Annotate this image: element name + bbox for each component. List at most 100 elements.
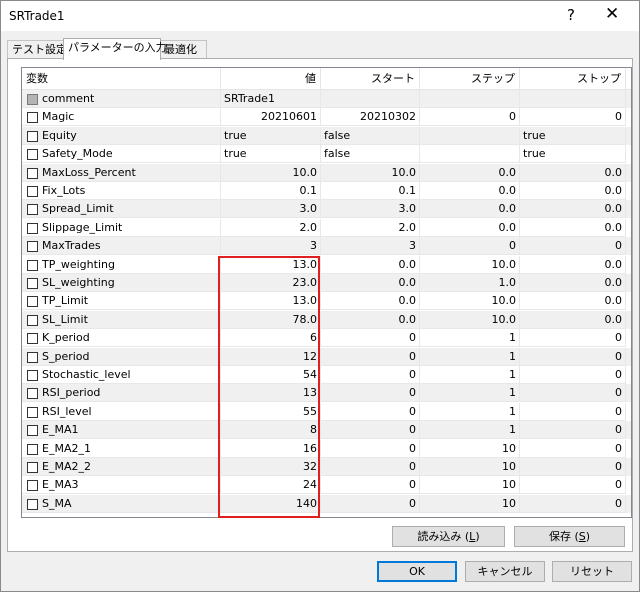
parameter-value-cell[interactable]: 10.0 <box>221 163 321 182</box>
parameter-value-cell[interactable]: SRTrade1 <box>221 90 321 108</box>
column-header-variable[interactable]: 変数 <box>22 68 221 89</box>
parameter-start-cell[interactable]: 0.0 <box>321 310 420 329</box>
optimize-checkbox[interactable] <box>27 167 38 179</box>
parameter-value-cell[interactable]: 2.0 <box>221 218 321 237</box>
table-row[interactable]: E_MA1 8 0 1 0 <box>22 421 631 440</box>
table-row[interactable]: Fix_Lots 0.1 0.1 0.0 0.0 <box>22 182 631 200</box>
parameter-stop-cell[interactable]: 0 <box>520 439 626 458</box>
parameter-step-cell[interactable]: 1.0 <box>420 274 520 292</box>
close-icon[interactable]: ✕ <box>605 4 619 24</box>
table-row[interactable]: comment SRTrade1 <box>22 90 631 108</box>
optimize-checkbox[interactable] <box>27 443 38 455</box>
optimize-checkbox[interactable] <box>27 314 38 326</box>
optimize-checkbox[interactable] <box>27 112 38 124</box>
parameter-value-cell[interactable]: 8 <box>221 421 321 440</box>
table-row[interactable]: RSI_period 13 0 1 0 <box>22 384 631 403</box>
table-row[interactable]: Equity true false true <box>22 126 631 145</box>
parameter-step-cell[interactable]: 1 <box>420 347 520 366</box>
parameter-start-cell[interactable]: 0 <box>321 402 420 421</box>
ok-button[interactable]: OK <box>377 561 457 582</box>
parameter-stop-cell[interactable] <box>520 90 626 108</box>
optimize-checkbox[interactable] <box>27 351 38 363</box>
parameter-step-cell[interactable]: 1 <box>420 421 520 440</box>
parameter-start-cell[interactable]: 0 <box>321 347 420 366</box>
parameter-stop-cell[interactable]: 0.0 <box>520 310 626 329</box>
parameter-step-cell[interactable] <box>420 126 520 145</box>
help-icon[interactable]: ? <box>567 6 575 24</box>
parameter-start-cell[interactable]: 0 <box>321 439 420 458</box>
parameter-value-cell[interactable]: 3.0 <box>221 200 321 219</box>
parameter-step-cell[interactable]: 10.0 <box>420 310 520 329</box>
parameter-step-cell[interactable]: 10 <box>420 494 520 513</box>
optimize-checkbox[interactable] <box>27 498 38 510</box>
table-row[interactable]: TP_weighting 13.0 0.0 10.0 0.0 <box>22 255 631 274</box>
optimize-checkbox[interactable] <box>27 480 38 492</box>
parameter-step-cell[interactable]: 10 <box>420 476 520 495</box>
parameter-value-cell[interactable]: 3 <box>221 237 321 256</box>
parameter-stop-cell[interactable]: 0 <box>520 347 626 366</box>
parameter-value-cell[interactable]: 78.0 <box>221 310 321 329</box>
parameter-start-cell[interactable]: 20210302 <box>321 108 420 127</box>
table-row[interactable]: RSI_level 55 0 1 0 <box>22 402 631 421</box>
parameter-stop-cell[interactable]: true <box>520 145 626 164</box>
parameter-start-cell[interactable]: 0 <box>321 329 420 348</box>
cancel-button[interactable]: キャンセル <box>465 561 545 582</box>
optimize-checkbox[interactable] <box>27 296 38 308</box>
parameter-start-cell[interactable]: 0.0 <box>321 274 420 292</box>
tab-test-settings[interactable]: テスト設定 <box>7 40 67 59</box>
table-row[interactable]: Slippage_Limit 2.0 2.0 0.0 0.0 <box>22 218 631 237</box>
parameter-stop-cell[interactable]: 0 <box>520 237 626 256</box>
parameter-value-cell[interactable]: true <box>221 145 321 164</box>
parameter-start-cell[interactable]: 0.1 <box>321 182 420 200</box>
optimize-checkbox[interactable] <box>27 222 38 234</box>
parameter-start-cell[interactable]: false <box>321 126 420 145</box>
parameter-step-cell[interactable]: 10.0 <box>420 255 520 274</box>
parameter-value-cell[interactable]: 13.0 <box>221 292 321 311</box>
optimize-checkbox[interactable] <box>27 204 38 216</box>
parameter-stop-cell[interactable]: 0.0 <box>520 292 626 311</box>
parameter-step-cell[interactable]: 10 <box>420 458 520 476</box>
optimize-checkbox[interactable] <box>27 425 38 437</box>
table-row[interactable]: MaxTrades 3 3 0 0 <box>22 237 631 256</box>
parameter-start-cell[interactable]: 0 <box>321 458 420 476</box>
parameter-start-cell[interactable]: 0 <box>321 384 420 403</box>
parameters-table[interactable]: 変数 値 スタート ステップ ストップ comment SRTrade1 Magic… <box>21 67 632 518</box>
parameter-step-cell[interactable]: 1 <box>420 366 520 384</box>
parameter-stop-cell[interactable]: 0 <box>520 402 626 421</box>
table-row[interactable]: K_period 6 0 1 0 <box>22 329 631 348</box>
optimize-checkbox[interactable] <box>27 370 38 381</box>
optimize-checkbox[interactable] <box>27 130 38 142</box>
parameter-stop-cell[interactable]: 0.0 <box>520 163 626 182</box>
parameter-value-cell[interactable]: 54 <box>221 366 321 384</box>
parameter-value-cell[interactable]: 55 <box>221 402 321 421</box>
parameter-value-cell[interactable]: 20210601 <box>221 108 321 127</box>
parameter-value-cell[interactable]: 16 <box>221 439 321 458</box>
parameter-step-cell[interactable]: 0 <box>420 237 520 256</box>
table-row[interactable]: E_MA2_1 16 0 10 0 <box>22 439 631 458</box>
parameter-start-cell[interactable]: 0 <box>321 366 420 384</box>
parameter-start-cell[interactable]: 0 <box>321 476 420 495</box>
optimize-checkbox[interactable] <box>27 462 38 473</box>
optimize-checkbox[interactable] <box>27 388 38 400</box>
parameter-stop-cell[interactable]: 0.0 <box>520 182 626 200</box>
parameter-start-cell[interactable]: 0.0 <box>321 255 420 274</box>
parameter-stop-cell[interactable]: 0.0 <box>520 200 626 219</box>
parameter-stop-cell[interactable]: 0 <box>520 494 626 513</box>
tab-parameters[interactable]: パラメーターの入力 <box>63 38 167 60</box>
save-button[interactable]: 保存 (S) <box>514 526 625 547</box>
parameter-start-cell[interactable]: 3 <box>321 237 420 256</box>
table-row[interactable]: E_MA3 24 0 10 0 <box>22 476 631 495</box>
parameter-step-cell[interactable] <box>420 90 520 108</box>
parameter-start-cell[interactable]: false <box>321 145 420 164</box>
parameter-step-cell[interactable]: 0.0 <box>420 200 520 219</box>
parameter-start-cell[interactable]: 2.0 <box>321 218 420 237</box>
parameter-stop-cell[interactable]: 0 <box>520 108 626 127</box>
parameter-value-cell[interactable]: 24 <box>221 476 321 495</box>
table-row[interactable]: TP_Limit 13.0 0.0 10.0 0.0 <box>22 292 631 311</box>
parameter-start-cell[interactable]: 0 <box>321 421 420 440</box>
optimize-checkbox[interactable] <box>27 149 38 161</box>
parameter-step-cell[interactable]: 1 <box>420 384 520 403</box>
optimize-checkbox[interactable] <box>27 259 38 271</box>
reset-button[interactable]: リセット <box>552 561 632 582</box>
parameter-stop-cell[interactable]: 0 <box>520 329 626 348</box>
